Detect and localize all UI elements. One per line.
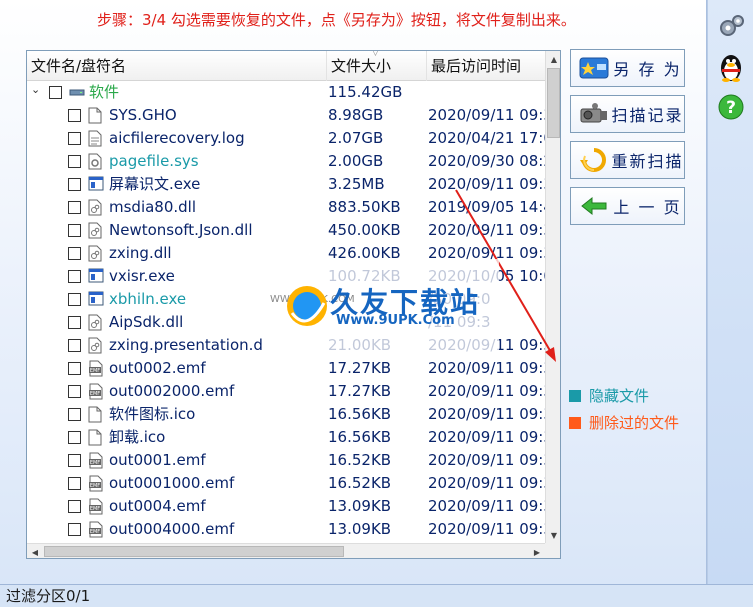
- status-bar: 过滤分区0/1: [0, 584, 753, 607]
- help-question-icon[interactable]: ?: [716, 92, 746, 122]
- watermark-url: Www.9UPK.Com: [336, 313, 455, 328]
- svg-text:?: ?: [726, 98, 736, 118]
- settings-gear-icon[interactable]: [716, 12, 746, 42]
- watermark-logo-icon: [287, 286, 327, 326]
- qq-penguin-icon[interactable]: [716, 52, 746, 82]
- watermark-overlay: WWW.9UPK.COM 久友下载站 Www.9UPK.Com: [264, 259, 499, 354]
- right-toolbar: ?: [707, 0, 753, 584]
